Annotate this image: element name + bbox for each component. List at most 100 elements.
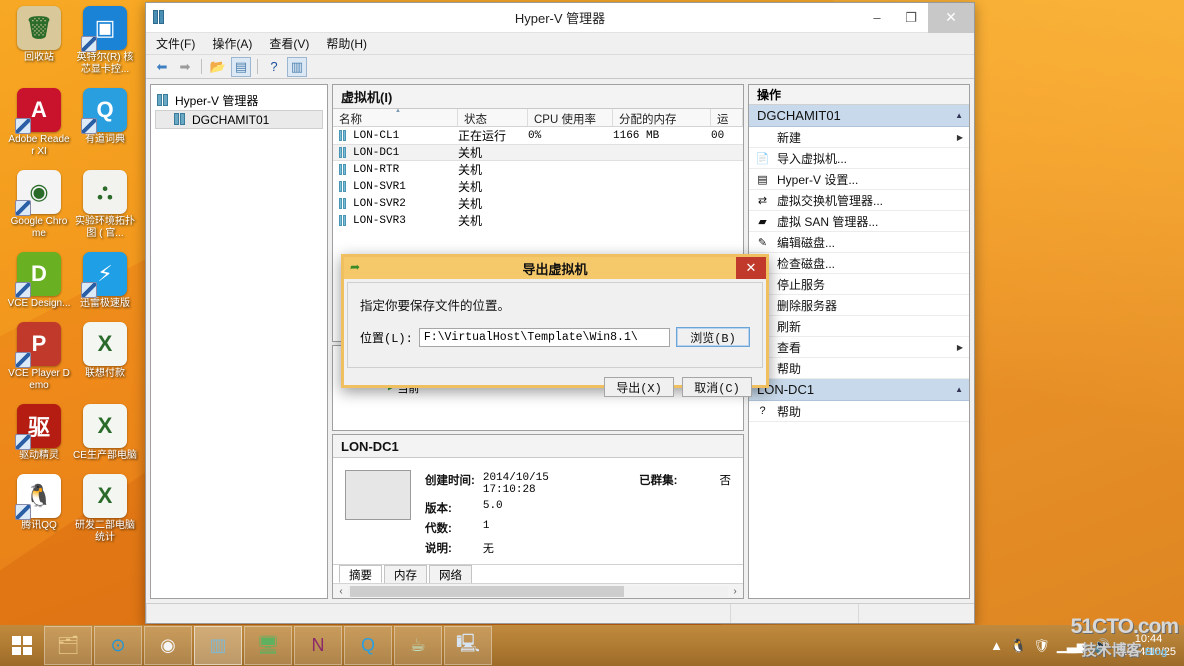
- scroll-thumb[interactable]: [350, 585, 624, 597]
- submenu-arrow-icon[interactable]: ▶: [957, 133, 963, 142]
- export-button[interactable]: 导出(X): [604, 377, 674, 397]
- detail-tab-1[interactable]: 内存: [384, 565, 427, 584]
- cancel-button[interactable]: 取消(C): [682, 377, 752, 397]
- menu-item-2[interactable]: 查看(V): [269, 35, 309, 52]
- desktop-icon-13[interactable]: X 研发二部电脑统计: [73, 474, 137, 544]
- vm-row-LON-RTR[interactable]: LON-RTR 关机: [333, 161, 743, 178]
- horizontal-scrollbar[interactable]: ‹ ›: [333, 583, 743, 598]
- action-item-0-3[interactable]: ⇄ 虚拟交换机管理器...: [749, 190, 969, 211]
- window-title: Hyper-V 管理器: [514, 11, 606, 26]
- taskbar-button-3[interactable]: ▥: [194, 626, 242, 665]
- desktop-icon-5[interactable]: ⛬ 实验环境拓扑图 ( 官...: [73, 170, 137, 240]
- action-item-0-0[interactable]: 新建 ▶: [749, 127, 969, 148]
- action-group-header-0[interactable]: DGCHAMIT01 ▲: [749, 105, 969, 127]
- forward-arrow-icon[interactable]: ➡: [175, 57, 195, 77]
- desktop-icon-7[interactable]: ⚡ 迅雷极速版: [73, 252, 137, 310]
- vm-column-2[interactable]: CPU 使用率: [528, 109, 613, 126]
- action-item-0-7[interactable]: 停止服务: [749, 274, 969, 295]
- taskbar-button-8[interactable]: 🖳: [444, 626, 492, 665]
- action-group-header-1[interactable]: LON-DC1 ▲: [749, 379, 969, 401]
- location-input[interactable]: [418, 327, 670, 347]
- vm-column-3[interactable]: 分配的内存: [613, 109, 711, 126]
- menu-item-0[interactable]: 文件(F): [156, 35, 195, 52]
- volume-icon[interactable]: 🔊: [1094, 638, 1110, 654]
- taskbar-button-0[interactable]: 🗂: [44, 626, 92, 665]
- up-folder-icon[interactable]: 📂: [208, 57, 228, 77]
- tree-root-label: Hyper-V 管理器: [175, 94, 259, 108]
- action-item-0-8[interactable]: 删除服务器: [749, 295, 969, 316]
- tree-item-dgchamit01[interactable]: DGCHAMIT01: [155, 110, 323, 129]
- vm-row-LON-SVR1[interactable]: LON-SVR1 关机: [333, 178, 743, 195]
- desktop-icon-0[interactable]: 🗑 回收站: [7, 6, 71, 64]
- export-vm-dialog: ➦ 导出虚拟机 ✕ 指定你要保存文件的位置。 位置(L): 浏览(B) 导出(X…: [341, 254, 769, 397]
- desktop-icon-2[interactable]: A Adobe Reader XI: [7, 88, 71, 158]
- vm-row-LON-DC1[interactable]: LON-DC1 关机: [333, 144, 743, 161]
- desktop-icon-12[interactable]: 🐧 腾讯QQ: [7, 474, 71, 532]
- submenu-arrow-icon[interactable]: ▶: [957, 343, 963, 352]
- collapse-chevron-icon[interactable]: ▲: [955, 111, 963, 120]
- taskbar-button-1[interactable]: ⊙: [94, 626, 142, 665]
- start-button[interactable]: [0, 625, 44, 666]
- desktop-icon-10[interactable]: 驱驱动精灵: [7, 404, 71, 462]
- action-item-0-4[interactable]: ▰ 虚拟 SAN 管理器...: [749, 211, 969, 232]
- action-item-0-1[interactable]: 📄 导入虚拟机...: [749, 148, 969, 169]
- maximize-button[interactable]: ❐: [894, 3, 928, 33]
- network-signal-icon[interactable]: ▁▃▅: [1057, 638, 1087, 654]
- browse-button[interactable]: 浏览(B): [676, 327, 750, 347]
- action-item-0-5[interactable]: ✎ 编辑磁盘...: [749, 232, 969, 253]
- show-action-pane-icon[interactable]: ▥: [287, 56, 307, 77]
- vm-row-LON-CL1[interactable]: LON-CL1 正在运行 0% 1166 MB 00: [333, 127, 743, 144]
- action-item-0-6[interactable]: 🔍检查磁盘...: [749, 253, 969, 274]
- desktop-icon-9[interactable]: X 联想付款: [73, 322, 137, 380]
- desktop-icon-8[interactable]: P VCE Player Demo: [7, 322, 71, 392]
- help-icon[interactable]: ?: [264, 57, 284, 77]
- scroll-left-arrow-icon[interactable]: ‹: [335, 586, 347, 597]
- vm-column-1[interactable]: 状态: [458, 109, 528, 126]
- desktop-icon-3[interactable]: Q 有道词典: [73, 88, 137, 146]
- taskbar-clock[interactable]: 10:44 2014/10/25: [1117, 633, 1176, 659]
- action-item-0-11[interactable]: 帮助: [749, 358, 969, 379]
- vm-name-label: LON-SVR2: [353, 197, 406, 210]
- desktop-icon-1[interactable]: ▣ 英特尔(R) 核芯显卡控...: [73, 6, 137, 76]
- scroll-track[interactable]: [348, 585, 728, 597]
- vm-column-4[interactable]: 运: [711, 109, 743, 126]
- desktop-icon-6[interactable]: D VCE Design...: [7, 252, 71, 310]
- minimize-button[interactable]: –: [860, 3, 894, 33]
- desktop-icon-4[interactable]: ◉ Google Chrome: [7, 170, 71, 240]
- tree-item-root[interactable]: Hyper-V 管理器: [155, 91, 323, 110]
- desktop-icon-label: 有道词典: [85, 134, 125, 145]
- close-button[interactable]: ✕: [928, 2, 974, 33]
- menu-item-1[interactable]: 操作(A): [212, 35, 252, 52]
- show-hidden-icons-icon[interactable]: ▲: [990, 638, 1003, 653]
- menu-item-3[interactable]: 帮助(H): [326, 35, 367, 52]
- action-item-0-2[interactable]: ▤ Hyper-V 设置...: [749, 169, 969, 190]
- action-item-0-9[interactable]: 刷新: [749, 316, 969, 337]
- show-console-tree-icon[interactable]: ▤: [231, 56, 251, 77]
- back-arrow-icon[interactable]: ⬅: [152, 57, 172, 77]
- security-alert-icon[interactable]: 🛡: [1033, 638, 1050, 654]
- vm-column-0[interactable]: 名称: [333, 109, 458, 126]
- vm-row-LON-SVR2[interactable]: LON-SVR2 关机: [333, 195, 743, 212]
- detail-tab-0[interactable]: 摘要: [339, 565, 382, 584]
- taskbar-button-5[interactable]: N: [294, 626, 342, 665]
- taskbar-button-4[interactable]: 🖥: [244, 626, 292, 665]
- excel-file-icon: X: [83, 322, 127, 366]
- tencent-qq-tray-icon[interactable]: 🐧: [1010, 638, 1026, 654]
- taskbar-button-2[interactable]: ◉: [144, 626, 192, 665]
- taskbar-button-6[interactable]: Q: [344, 626, 392, 665]
- scroll-right-arrow-icon[interactable]: ›: [729, 586, 741, 597]
- taskbar-button-7[interactable]: ☕: [394, 626, 442, 665]
- desktop-icon-11[interactable]: X CE生产部电脑: [73, 404, 137, 462]
- vm-row-LON-SVR3[interactable]: LON-SVR3 关机: [333, 212, 743, 229]
- detail-tab-2[interactable]: 网络: [429, 565, 472, 584]
- action-item-0-10[interactable]: 查看 ▶: [749, 337, 969, 358]
- detail-row-3: 说明: 无: [425, 540, 731, 558]
- action-item-1-0[interactable]: ? 帮助: [749, 401, 969, 422]
- details-fields: 创建时间: 2014/10/15 17:10:28 已群集: 否版本: 5.0 代数: 1 说…: [423, 470, 733, 560]
- collapse-chevron-icon[interactable]: ▲: [955, 385, 963, 394]
- dialog-title: 导出虚拟机: [522, 261, 588, 277]
- clock-time: 10:44: [1134, 632, 1163, 645]
- cluster-label: 已群集:: [639, 475, 678, 488]
- action-item-label: Hyper-V 设置...: [777, 172, 859, 187]
- topology-diagram-icon: ⛬: [83, 170, 127, 214]
